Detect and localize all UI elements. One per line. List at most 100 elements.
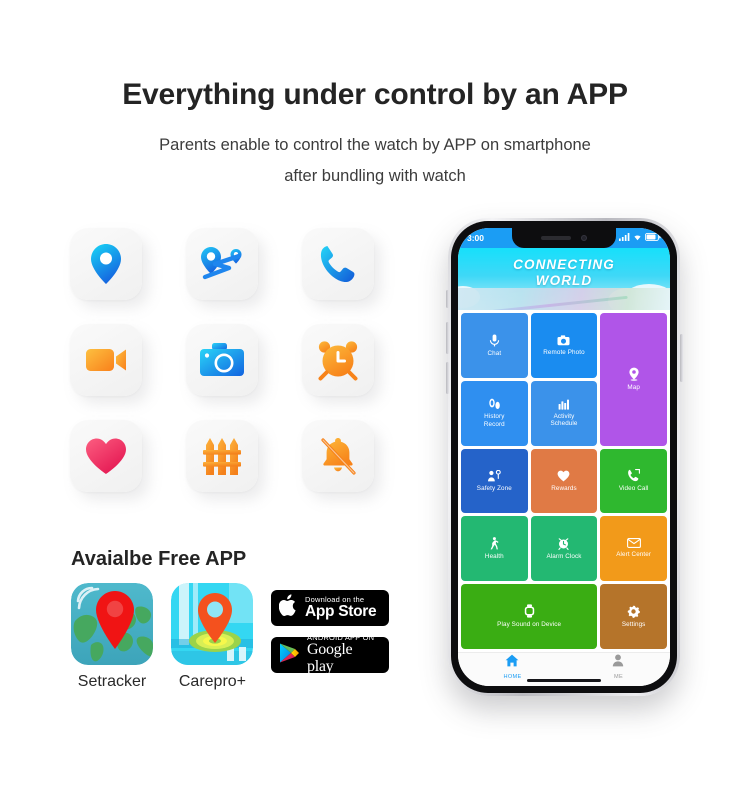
tile-safety-zone[interactable]: Safety Zone [461,448,528,514]
fence-icon [201,435,243,477]
walking-icon [489,537,499,550]
landscape-road [458,288,670,310]
alarm-clock-icon [557,537,570,550]
tile-label: Chat [487,349,502,357]
tab-home[interactable]: HOME [504,654,522,680]
page-subtitle-line1: Parents enable to control the watch by A… [159,136,591,154]
safety-zone-icon [487,469,502,482]
app-store-badge-text: Download on the App Store [305,596,377,620]
tile-label: Alarm Clock [546,552,582,560]
app-grid: Chat Remote Photo Map History Record Act… [458,310,670,652]
tile-play-sound[interactable]: Play Sound on Device [461,584,598,649]
status-bar-icons [619,232,661,243]
tab-label: HOME [503,674,522,680]
tile-alert-center[interactable]: Alert Center [600,516,667,582]
front-camera-icon [581,235,587,241]
feature-tile-location [70,228,142,300]
play-triangle-icon [279,642,300,669]
store-badges: Download on the App Store ANDROID APP ON… [271,590,389,684]
envelope-icon [626,538,641,549]
app-store-badge-big: App Store [305,602,377,620]
tile-activity-schedule[interactable]: Activity Schedule [530,380,598,446]
tab-me[interactable]: ME [612,654,624,680]
microphone-icon [489,334,500,347]
camera-icon [557,334,570,346]
feature-tile-camera [186,324,258,396]
setracker-app-icon[interactable] [71,583,153,665]
phone-notch [512,228,616,248]
tile-label: Remote Photo [543,348,585,356]
hero-title: CONNECTING WORLD [458,257,670,289]
tile-label: Video Call [618,485,649,493]
feature-tile-alarm [302,324,374,396]
tile-label: Health [484,552,504,560]
tab-label: ME [613,674,623,680]
phone-volume-down-button[interactable] [445,362,449,394]
app-carepro[interactable]: Carepro+ [171,583,254,691]
feature-tile-route [186,228,258,300]
tile-label: Rewards [551,484,577,492]
route-path-icon [199,244,245,284]
map-pin-icon [628,367,640,381]
hero-title-line2: WORLD [535,273,593,288]
tile-map[interactable]: Map [600,313,667,446]
person-icon [612,654,624,672]
app-store-badge[interactable]: Download on the App Store [271,590,389,626]
hero-banner: CONNECTING WORLD [458,248,670,310]
available-app-list: Setracker Carepro+ [71,583,267,691]
tile-health[interactable]: Health [461,516,528,582]
page-title: Everything under control by an APP [122,78,628,111]
camera-icon [199,342,245,378]
status-bar-time: 3:00 [467,233,485,243]
earpiece-speaker [541,236,571,240]
heart-icon [84,436,128,476]
tile-label: Activity Schedule [550,412,578,428]
home-icon [505,654,519,672]
tile-remote-photo[interactable]: Remote Photo [530,313,598,378]
page-subtitle-line2: after bundling with watch [284,167,466,185]
phone-mockup: 3:00 CONNECTING WORLD Chat Remote Photo … [445,218,683,696]
phone-power-button[interactable] [679,334,683,382]
tile-label: Safety Zone [476,484,512,492]
google-play-badge[interactable]: ANDROID APP ON Google play [271,634,389,675]
carepro-app-icon[interactable] [171,583,254,665]
feature-tile-phone [302,228,374,300]
google-play-badge-text: ANDROID APP ON Google play [307,634,381,675]
footprints-icon [488,398,501,410]
home-indicator[interactable] [527,678,601,682]
apple-icon [278,594,298,622]
available-app-title: Avaialbe Free APP [71,548,247,570]
tile-history-record[interactable]: History Record [461,380,528,446]
tile-rewards[interactable]: Rewards [530,448,598,514]
watch-icon [524,604,535,618]
battery-icon [644,232,661,243]
tile-label: Alert Center [616,551,652,559]
feature-tile-silent [302,420,374,492]
tile-chat[interactable]: Chat [461,313,528,378]
tile-alarm-clock[interactable]: Alarm Clock [530,516,598,582]
tile-settings[interactable]: Settings [600,584,667,649]
tile-video-call[interactable]: Video Call [600,448,667,514]
app-label-carepro: Carepro+ [178,673,247,690]
heart-icon [557,470,570,482]
wifi-icon [633,233,642,243]
tile-label: Map [627,384,640,391]
app-label-setracker: Setracker [77,673,147,690]
feature-icon-grid [70,228,390,518]
phone-mute-switch[interactable] [445,290,449,308]
phone-screen: 3:00 CONNECTING WORLD Chat Remote Photo … [458,228,670,686]
hero-title-line1: CONNECTING [513,257,615,272]
gear-icon [627,605,641,618]
feature-tile-heart [70,420,142,492]
alarm-clock-icon [316,339,360,381]
phone-volume-up-button[interactable] [445,322,449,354]
page-subtitle: Parents enable to control the watch by A… [0,130,750,192]
bar-chart-icon [558,399,570,410]
bell-off-icon [317,435,359,477]
tile-label: Play Sound on Device [497,621,562,629]
google-play-badge-big: Google play [307,641,353,675]
feature-tile-video [70,324,142,396]
app-setracker[interactable]: Setracker [71,583,153,691]
tile-label: History Record [483,413,505,428]
promo-page: Everything under control by an APP Paren… [0,0,750,802]
